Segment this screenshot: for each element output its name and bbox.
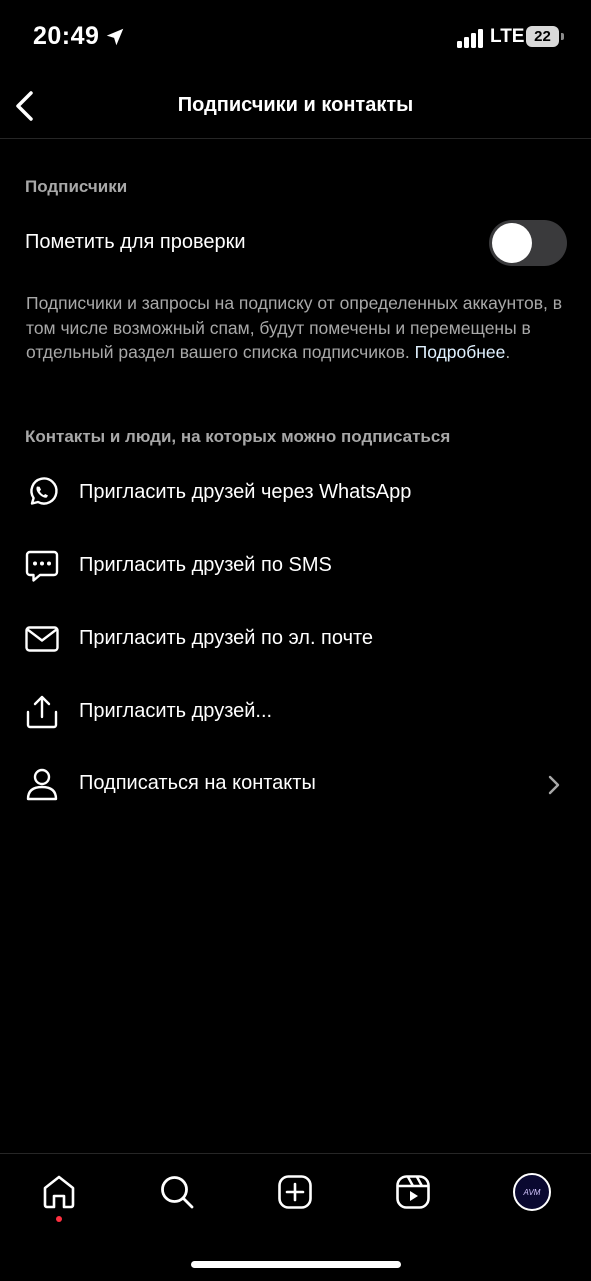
mail-icon: [25, 626, 59, 652]
reels-icon: [396, 1175, 430, 1209]
status-bar: 20:49 LTE 22: [0, 0, 591, 76]
contacts-section-title: Контакты и люди, на которых можно подпис…: [25, 427, 451, 446]
nav-header: Подписчики и контакты: [0, 76, 591, 139]
tab-home[interactable]: [29, 1168, 89, 1216]
avatar: AVM: [513, 1173, 551, 1211]
mark-for-review-row: Пометить для проверки: [0, 216, 591, 270]
invite-whatsapp-item[interactable]: Пригласить друзей через WhatsApp: [0, 464, 591, 522]
search-icon: [161, 1176, 194, 1209]
home-indicator: [191, 1261, 401, 1268]
tab-search[interactable]: [147, 1168, 207, 1216]
home-notification-dot: [56, 1216, 62, 1222]
invite-email-item[interactable]: Пригласить друзей по эл. почте: [0, 610, 591, 668]
invite-share-label: Пригласить друзей...: [79, 700, 273, 722]
home-icon: [43, 1175, 75, 1209]
sms-bubble-icon: [25, 550, 59, 582]
battery-indicator: 22: [526, 26, 559, 47]
tab-create[interactable]: [265, 1168, 325, 1216]
person-icon: [26, 768, 58, 801]
page-title: Подписчики и контакты: [177, 94, 414, 116]
invite-sms-item[interactable]: Пригласить друзей по SMS: [0, 537, 591, 595]
follow-contacts-item[interactable]: Подписаться на контакты: [0, 755, 591, 813]
invite-share-item[interactable]: Пригласить друзей...: [0, 683, 591, 741]
invite-email-label: Пригласить друзей по эл. почте: [79, 627, 374, 649]
description-period: .: [505, 342, 511, 362]
location-arrow-icon: [106, 28, 124, 46]
whatsapp-icon: [30, 477, 58, 505]
follow-contacts-label: Подписаться на контакты: [79, 772, 316, 794]
create-icon: [278, 1175, 312, 1209]
tab-profile[interactable]: AVM: [502, 1168, 562, 1216]
invite-sms-label: Пригласить друзей по SMS: [79, 554, 332, 576]
chevron-right-icon: [548, 775, 560, 795]
followers-section-title: Подписчики: [25, 177, 128, 196]
mark-for-review-toggle[interactable]: [489, 220, 567, 266]
signal-bars-icon: [457, 29, 483, 48]
learn-more-link[interactable]: Подробнее: [415, 342, 506, 362]
network-type-label: LTE: [490, 26, 525, 47]
invite-whatsapp-label: Пригласить друзей через WhatsApp: [79, 481, 412, 503]
bottom-tab-bar: AVM: [0, 1153, 591, 1281]
share-icon: [26, 695, 58, 729]
status-time: 20:49: [33, 22, 100, 50]
tab-reels[interactable]: [383, 1168, 443, 1216]
followers-description: Подписчики и запросы на подписку от опре…: [26, 291, 571, 365]
battery-cap: [561, 33, 564, 40]
toggle-knob: [492, 223, 532, 263]
mark-for-review-label: Пометить для проверки: [25, 231, 246, 253]
